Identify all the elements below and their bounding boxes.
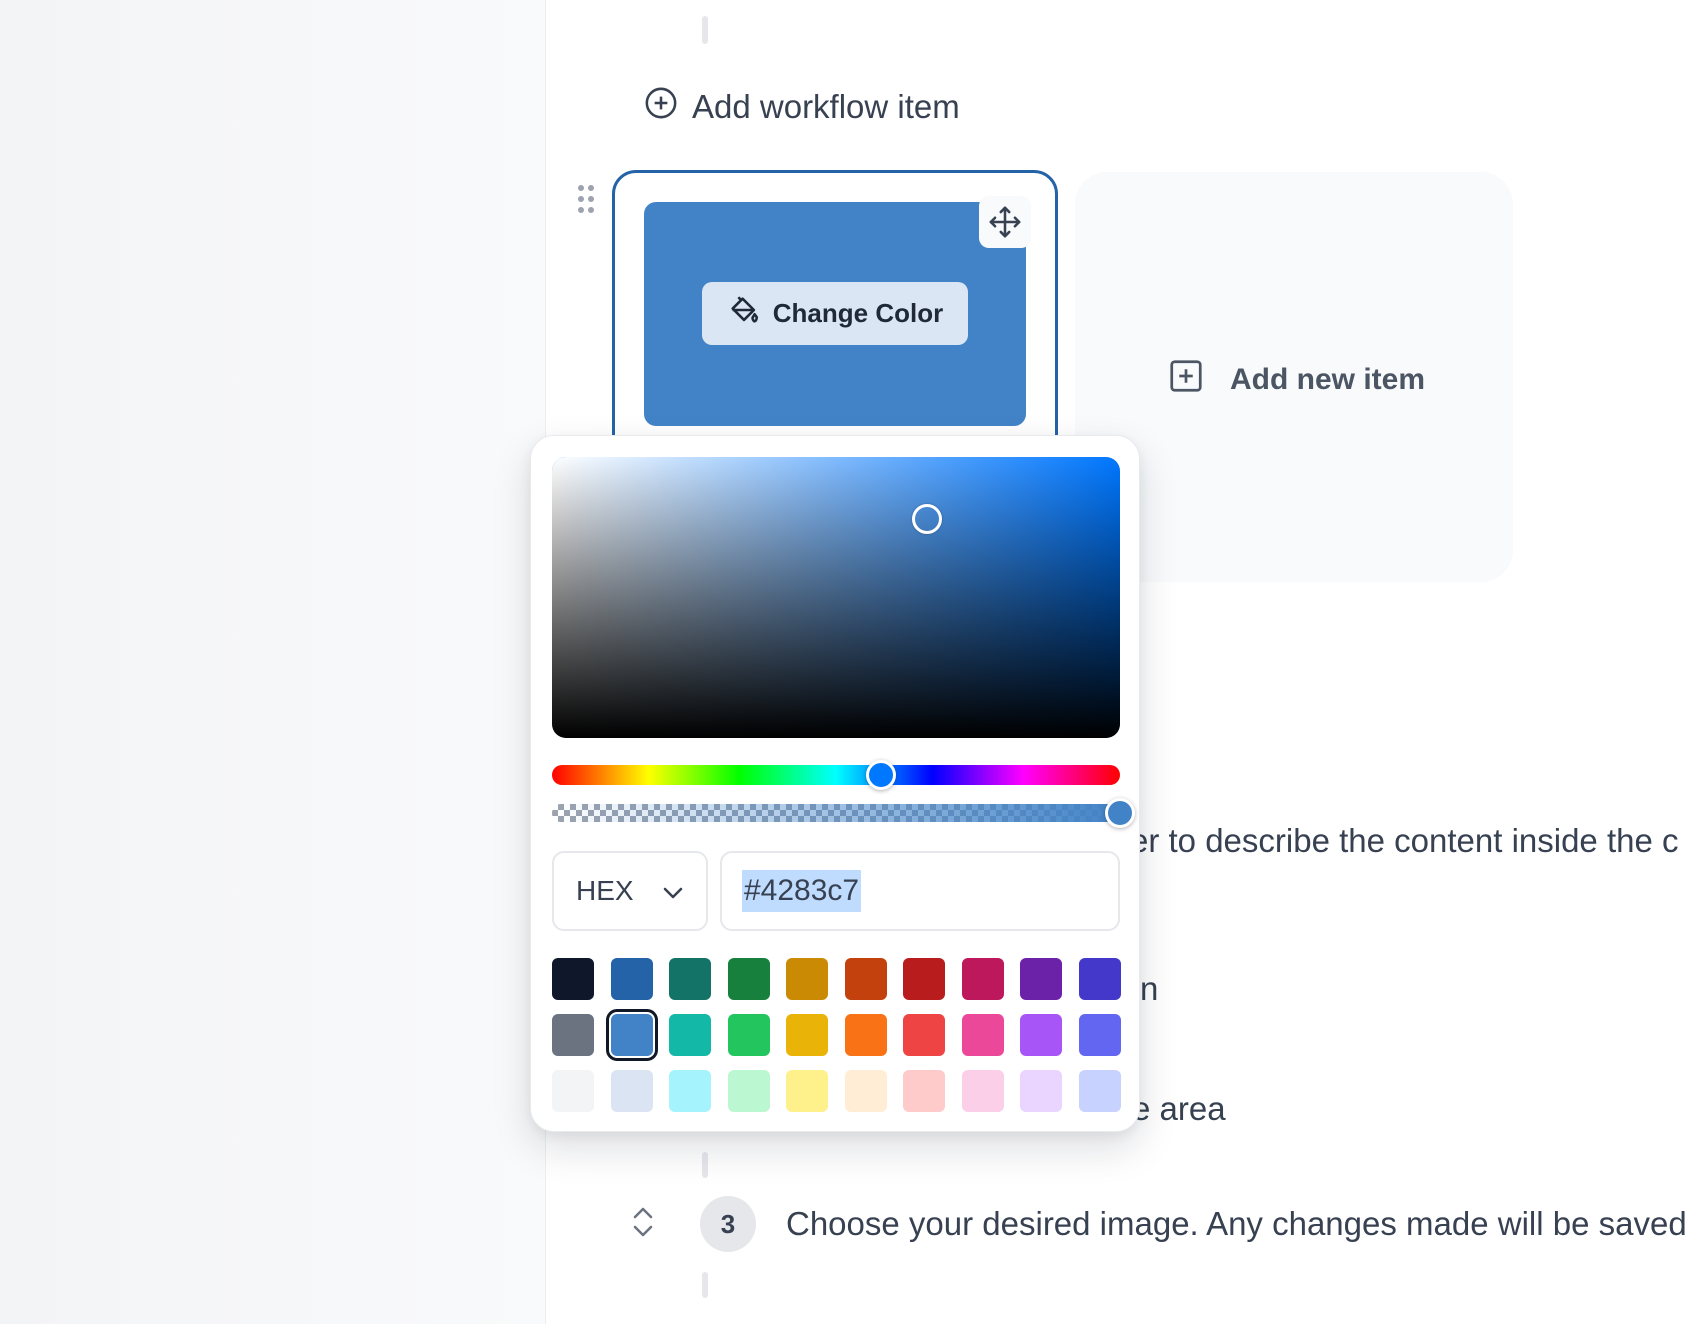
alpha-slider[interactable] [552,804,1120,822]
color-swatch[interactable] [552,958,594,1000]
saturation-value-thumb[interactable] [911,503,942,534]
color-swatch[interactable] [786,958,828,1000]
color-swatch[interactable] [961,1014,1004,1056]
color-swatch[interactable] [903,1070,945,1112]
color-swatch[interactable] [552,1070,594,1112]
color-swatch[interactable] [786,1014,828,1056]
paint-bucket-icon [727,293,761,334]
change-color-button[interactable]: Change Color [702,282,968,345]
color-format-label: HEX [576,875,634,906]
alpha-slider-thumb[interactable] [1105,798,1135,828]
color-swatch[interactable] [844,1070,887,1112]
reorder-chevrons-icon[interactable] [630,1205,656,1244]
hex-value-text: #4283c7 [742,870,862,912]
plus-square-icon [1168,358,1204,402]
add-new-item-label: Add new item [1230,363,1426,396]
color-swatch[interactable] [727,958,770,1000]
left-panel [0,0,546,1324]
drag-handle-icon[interactable] [575,184,597,214]
color-swatch[interactable] [903,1014,945,1056]
step-description-text: er to describe the content inside the c [1130,822,1679,859]
step-number-badge: 3 [700,1196,756,1252]
color-swatch-grid [552,958,1122,1112]
color-swatch[interactable] [669,1070,711,1112]
color-swatch[interactable] [903,958,945,1000]
color-swatch[interactable] [1078,1070,1121,1112]
color-swatch[interactable] [1020,958,1062,1000]
color-swatch[interactable] [610,1070,653,1112]
color-swatch[interactable] [1020,1014,1062,1056]
color-swatch[interactable] [552,1014,594,1056]
color-swatch[interactable] [669,1014,711,1056]
step-description-text: n [1140,970,1159,1007]
color-format-select[interactable]: HEX [552,851,708,931]
connector-line [702,1152,708,1178]
chevron-down-icon [662,875,684,907]
color-swatch[interactable] [1078,958,1121,1000]
color-swatch[interactable] [669,958,711,1000]
saturation-value-area[interactable] [552,457,1120,738]
move-icon[interactable] [979,196,1031,248]
color-picker-popover: HEX #4283c7 [530,435,1140,1132]
color-swatch[interactable] [610,958,653,1000]
add-workflow-item-label: Add workflow item [692,88,960,125]
plus-circle-icon [644,86,678,128]
color-swatch[interactable] [605,1009,658,1061]
connector-line [702,16,708,44]
color-swatch[interactable] [786,1070,828,1112]
color-swatch[interactable] [844,1014,887,1056]
change-color-label: Change Color [772,298,944,328]
color-swatch[interactable] [1020,1070,1062,1112]
color-swatch[interactable] [961,1070,1004,1112]
step-row: 3 Choose your desired image. Any changes… [630,1196,1687,1252]
hue-slider[interactable] [552,760,1120,790]
color-swatch[interactable] [1078,1014,1121,1056]
color-swatch[interactable] [844,958,887,1000]
color-swatch[interactable] [961,958,1004,1000]
step-description-text: e area [1132,1090,1226,1127]
connector-line [702,1272,708,1298]
add-new-item-button[interactable]: Add new item [1168,358,1425,402]
step-text: Choose your desired image. Any changes m… [786,1205,1687,1242]
hex-value-input[interactable]: #4283c7 [720,851,1120,931]
hue-slider-thumb[interactable] [866,760,897,790]
color-swatch[interactable] [727,1014,770,1056]
add-workflow-item-button[interactable]: Add workflow item [644,86,960,128]
color-swatch[interactable] [727,1070,770,1112]
